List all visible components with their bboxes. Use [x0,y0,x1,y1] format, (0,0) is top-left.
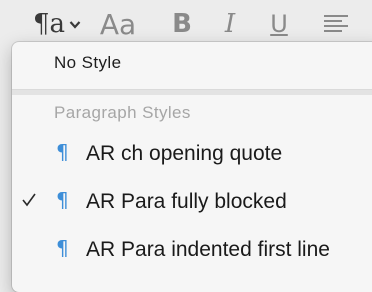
pilcrow-icon: ¶ [56,188,69,212]
bold-button[interactable]: B [168,6,196,42]
pilcrow-icon: ¶ [56,140,69,164]
menu-item-label: AR ch opening quote [86,142,283,165]
paragraph-style-menu: No Style Paragraph Styles ¶ AR ch openin… [12,42,372,292]
align-button[interactable] [322,6,352,42]
paragraph-style-button[interactable]: ¶a [26,6,88,42]
checkmark-icon [22,193,36,207]
menu-item-label: AR Para indented first line [86,238,330,261]
underline-icon: U [270,10,288,38]
chevron-down-icon [69,20,81,29]
bold-icon: B [172,9,192,39]
section-header-paragraph-styles: Paragraph Styles [54,103,191,122]
character-style-button[interactable]: Aa [98,6,138,42]
menu-separator [12,89,372,95]
pilcrow-a-icon: ¶a [32,9,66,39]
italic-button[interactable]: I [218,6,242,42]
menu-item-label: AR Para fully blocked [86,190,287,213]
menu-item-ar-ch-opening-quote[interactable]: ¶ AR ch opening quote [12,135,372,175]
align-left-icon [324,15,348,32]
character-style-icon: Aa [99,7,137,41]
menu-item-no-style[interactable]: No Style [54,53,121,73]
pilcrow-icon: ¶ [56,236,69,260]
menu-item-ar-para-fully-blocked[interactable]: ¶ AR Para fully blocked [12,183,372,223]
menu-item-ar-para-indented-first-line[interactable]: ¶ AR Para indented first line [12,231,372,271]
underline-button[interactable]: U [265,6,293,42]
italic-icon: I [224,9,236,39]
